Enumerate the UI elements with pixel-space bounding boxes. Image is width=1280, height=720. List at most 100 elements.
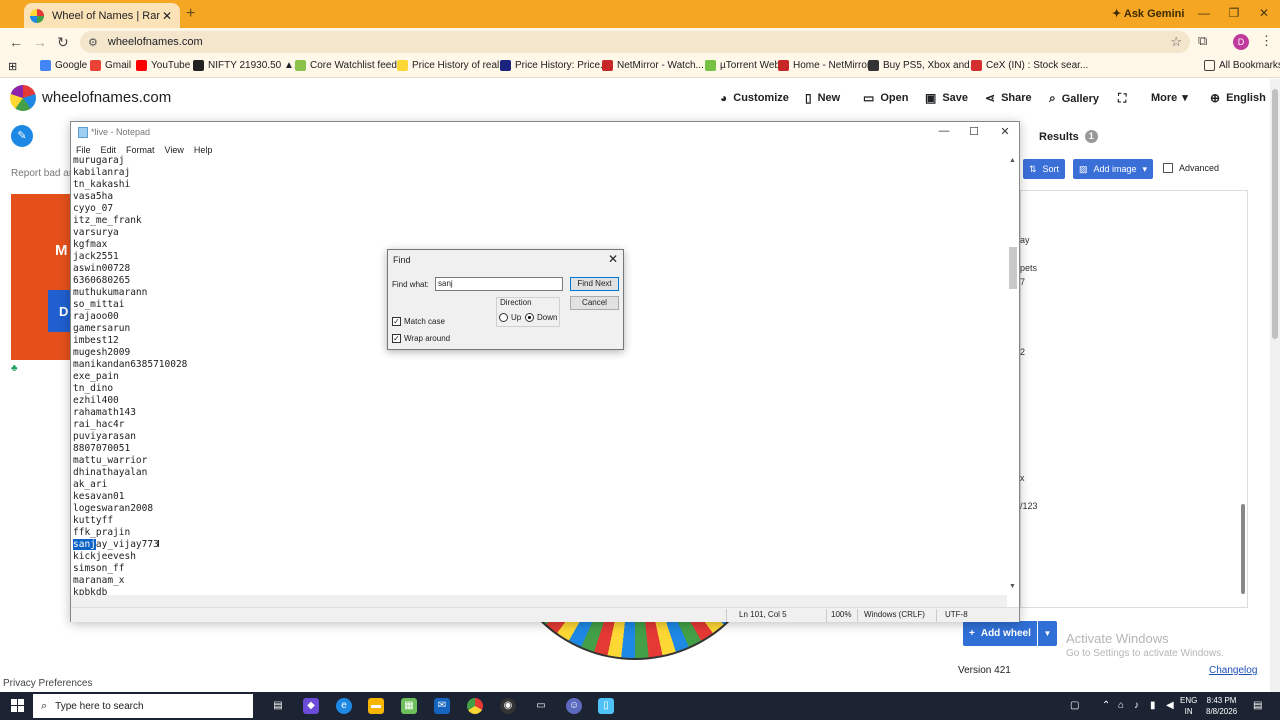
scrollbar-thumb[interactable]	[1272, 89, 1278, 339]
browser-tab[interactable]: Wheel of Names | Random nam ✕	[24, 3, 180, 28]
app-icon[interactable]: ◉	[500, 698, 516, 714]
direction-up-radio[interactable]: Up	[499, 313, 521, 322]
direction-down-radio[interactable]: Down	[525, 313, 557, 322]
notepad-titlebar[interactable]: *live - Notepad — ☐ ✕	[71, 122, 1019, 143]
bookmark-youtube[interactable]: YouTube	[136, 60, 190, 71]
new-tab-button[interactable]: +	[186, 5, 195, 23]
more-button[interactable]: More ▾	[1151, 91, 1188, 105]
wheel-logo-icon[interactable]	[10, 85, 36, 111]
bookmark-home-netmirror[interactable]: Home - NetMirror	[778, 60, 870, 71]
ad-banner[interactable]: M D	[11, 194, 71, 360]
chrome-icon[interactable]	[467, 698, 483, 714]
notepad-window[interactable]: *live - Notepad — ☐ ✕ File Edit Format V…	[70, 121, 1020, 622]
network-icon[interactable]: ⌂	[1118, 700, 1124, 711]
bookmark-google[interactable]: Google	[40, 60, 87, 71]
match-case-checkbox[interactable]: ✓ Match case	[392, 317, 445, 326]
apps-grid-icon[interactable]: ⊞	[8, 60, 17, 73]
mail-icon[interactable]: ✉	[434, 698, 450, 714]
notepad-text-area[interactable]: murugaraj kabilanraj tn_kakashi vasa5ha cyyo…	[73, 155, 1005, 595]
changelog-link[interactable]: Changelog	[1209, 665, 1257, 676]
site-info-icon[interactable]: ⚙	[88, 36, 98, 49]
privacy-preferences-link[interactable]: Privacy Preferences	[3, 678, 92, 689]
cancel-button[interactable]: Cancel	[570, 296, 619, 310]
name-wheel[interactable]	[500, 622, 770, 660]
minimize-icon[interactable]: —	[936, 125, 952, 137]
restore-icon[interactable]: ❐	[1224, 6, 1244, 20]
close-icon[interactable]: ✕	[997, 125, 1013, 138]
advanced-toggle[interactable]: Advanced	[1163, 163, 1219, 173]
back-icon[interactable]: ←	[9, 34, 23, 50]
terminal-icon[interactable]: ▭	[533, 698, 549, 714]
maximize-icon[interactable]: ☐	[966, 125, 982, 138]
new-button[interactable]: ▯ New	[805, 91, 840, 105]
close-tab-icon[interactable]: ✕	[160, 9, 174, 23]
save-button[interactable]: ▣ Save	[925, 91, 968, 105]
address-bar[interactable]: ⚙ wheelofnames.com ☆	[80, 31, 1190, 53]
reload-icon[interactable]: ↻	[57, 34, 69, 51]
close-window-icon[interactable]: ✕	[1254, 6, 1274, 20]
notepad-taskbar-icon[interactable]: ▯	[598, 698, 614, 714]
customize-button[interactable]: ◕ Customize	[720, 91, 789, 105]
bookmark-star-icon[interactable]: ☆	[1170, 34, 1182, 50]
scroll-up-icon[interactable]: ▲	[1009, 157, 1016, 164]
report-bad-link[interactable]: Report bad ar	[11, 168, 72, 179]
scrollbar-thumb[interactable]	[1009, 247, 1017, 289]
task-view-icon[interactable]: ▤	[270, 698, 286, 714]
language-button[interactable]: ⊕ English	[1210, 91, 1266, 105]
windows-start-icon[interactable]	[11, 699, 24, 712]
bookmark-gmail[interactable]: Gmail	[90, 60, 131, 71]
find-dialog[interactable]: Find ✕ Find what: sanj Find Next Cancel …	[387, 249, 624, 350]
minimize-icon[interactable]: —	[1194, 6, 1214, 20]
clock[interactable]: 8:43 PM 8/8/2026	[1206, 695, 1237, 717]
bookmark-price-history[interactable]: Price History: Price...	[500, 60, 608, 71]
edge-icon[interactable]: e	[336, 698, 352, 714]
bookmark-nifty[interactable]: NIFTY 21930.50 ▲...	[193, 60, 302, 71]
close-icon[interactable]: ✕	[608, 252, 618, 266]
microphone-icon[interactable]: ♪	[1134, 700, 1139, 711]
profile-avatar[interactable]: D	[1233, 34, 1249, 50]
speaker-icon[interactable]: ◀	[1166, 700, 1174, 711]
extensions-icon[interactable]: ⧉	[1198, 33, 1207, 49]
notification-icon[interactable]: ▤	[1253, 700, 1262, 711]
bookmark-utorrent[interactable]: µTorrent Web	[705, 60, 780, 71]
find-what-input[interactable]: sanj	[435, 277, 563, 291]
open-button[interactable]: ▭ Open	[863, 91, 908, 105]
taskbar-search[interactable]: ⌕ Type here to search	[33, 694, 253, 718]
edit-icon[interactable]: ✎	[11, 125, 33, 147]
add-image-button[interactable]: ▨ Add image ▾	[1073, 159, 1153, 179]
chevron-up-icon[interactable]: ⌃	[1102, 700, 1110, 711]
results-tab[interactable]: Results 1	[1039, 130, 1098, 143]
add-wheel-button[interactable]: + Add wheel ▼	[963, 621, 1057, 646]
desktop-icon[interactable]: ▢	[1070, 700, 1079, 711]
find-next-button[interactable]: Find Next	[570, 277, 619, 291]
ask-gemini-button[interactable]: ✦ Ask Gemini	[1112, 7, 1184, 20]
browser-menu-icon[interactable]: ⋮	[1260, 33, 1273, 49]
entries-scrollbar[interactable]	[1238, 192, 1248, 606]
notepad-vertical-scrollbar[interactable]: ▲ ▼	[1007, 155, 1019, 595]
file-explorer-icon[interactable]: ▬	[368, 698, 384, 714]
bookmark-netmirror-watch[interactable]: NetMirror - Watch...	[602, 60, 704, 71]
page-scrollbar[interactable]	[1270, 79, 1280, 692]
bookmark-price-history-real[interactable]: Price History of real...	[397, 60, 508, 71]
sort-button[interactable]: ⇅ Sort	[1023, 159, 1066, 179]
share-button[interactable]: ⋖ Share	[985, 91, 1032, 105]
fullscreen-button[interactable]: ⛶	[1118, 91, 1132, 106]
scroll-down-icon[interactable]: ▼	[1009, 583, 1016, 590]
battery-icon[interactable]: ▮	[1150, 700, 1156, 711]
copilot-icon[interactable]: ◆	[303, 698, 319, 714]
forward-icon[interactable]: →	[33, 34, 47, 50]
store-icon[interactable]: ▦	[401, 698, 417, 714]
gallery-button[interactable]: ⌕ Gallery	[1049, 91, 1099, 106]
advanced-checkbox[interactable]	[1163, 163, 1173, 173]
entries-textbox[interactable]	[1020, 190, 1248, 608]
language-indicator[interactable]: ENG IN	[1180, 695, 1197, 717]
site-name[interactable]: wheelofnames.com	[42, 89, 171, 106]
discord-icon[interactable]: ☺	[566, 698, 582, 714]
bookmark-ps5[interactable]: Buy PS5, Xbox and...	[868, 60, 978, 71]
wrap-around-checkbox[interactable]: ✓ Wrap around	[392, 334, 450, 343]
all-bookmarks[interactable]: All Bookmarks	[1204, 60, 1280, 71]
notepad-horizontal-scrollbar[interactable]	[71, 595, 1007, 607]
scrollbar-thumb[interactable]	[1241, 504, 1245, 594]
chevron-down-icon[interactable]: ▼	[1037, 621, 1057, 646]
bookmark-core-watchlist[interactable]: Core Watchlist feed...	[295, 60, 405, 71]
